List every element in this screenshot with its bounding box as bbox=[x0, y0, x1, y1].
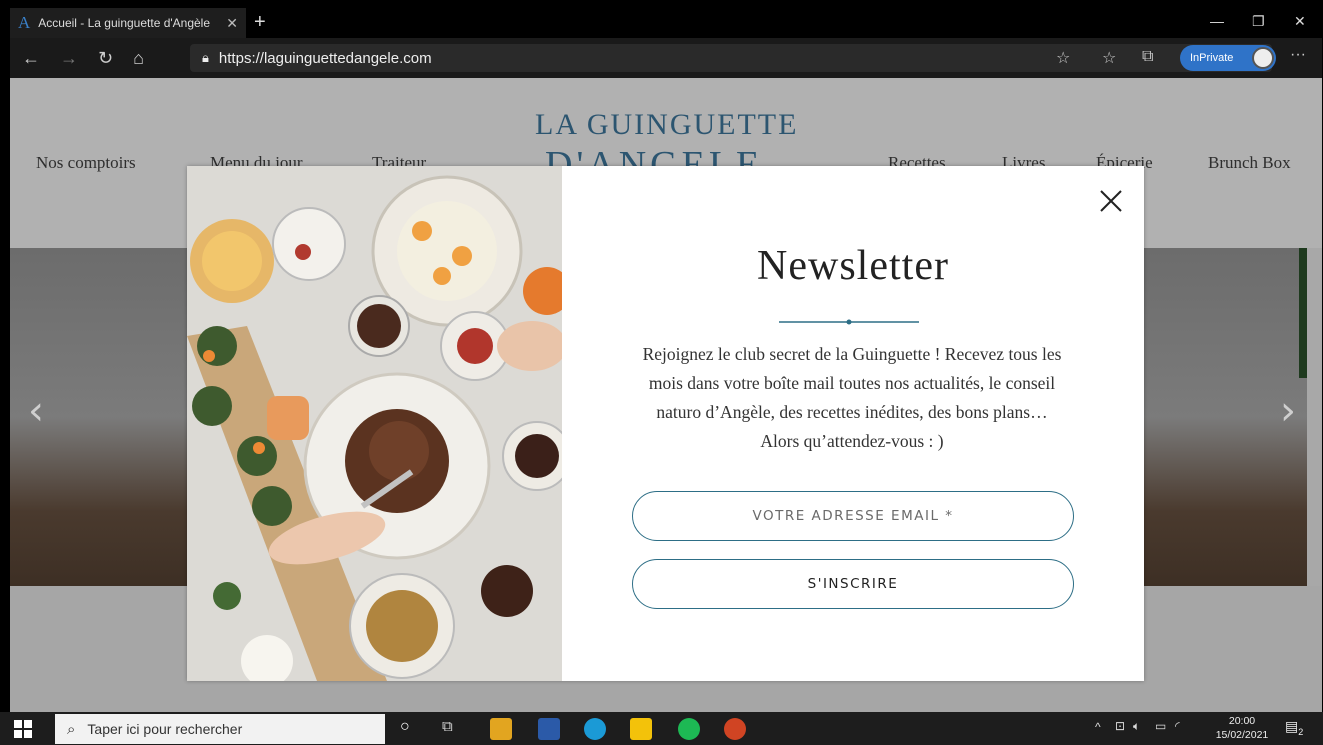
search-icon: ⌕ bbox=[67, 720, 76, 738]
add-favorite-icon[interactable]: ☆ bbox=[1056, 48, 1070, 68]
description-line: mois dans votre boîte mail toutes nos ac… bbox=[648, 373, 1056, 393]
tab-title: Accueil - La guinguette d'Angèle bbox=[38, 16, 211, 30]
inprivate-label: InPrivate bbox=[1190, 52, 1234, 64]
slider-next-icon[interactable]: › bbox=[1280, 388, 1296, 434]
cortana-icon[interactable]: ○ bbox=[400, 718, 410, 736]
forward-icon[interactable]: → bbox=[60, 48, 78, 69]
edge-icon[interactable] bbox=[584, 718, 606, 740]
description-line: naturo d’Angèle, des recettes inédites, … bbox=[656, 402, 1048, 422]
tab-bar: A Accueil - La guinguette d'Angèle ✕ + —… bbox=[10, 8, 1322, 38]
food-photo bbox=[187, 166, 562, 681]
collections-icon[interactable]: ⧉ bbox=[1142, 48, 1153, 66]
nav-item-brunch-box[interactable]: Brunch Box bbox=[1208, 153, 1291, 173]
description-line: Rejoignez le club secret de la Guinguett… bbox=[642, 344, 1062, 364]
tab-active[interactable]: A Accueil - La guinguette d'Angèle ✕ bbox=[10, 8, 246, 38]
notification-count: 2 bbox=[1298, 726, 1304, 737]
file-explorer-icon[interactable] bbox=[490, 718, 512, 740]
subscribe-button[interactable]: S'INSCRIRE bbox=[632, 559, 1074, 609]
site-logo[interactable]: LA GUINGUETTE bbox=[535, 108, 798, 142]
refresh-icon[interactable]: ↻ bbox=[98, 48, 113, 69]
site-logo-line2: D'ANGELE bbox=[545, 144, 764, 166]
clock-date: 15/02/2021 bbox=[1215, 729, 1269, 741]
home-icon[interactable]: ⌂ bbox=[133, 48, 144, 69]
web-page: Nos comptoirs Menu du jour Traiteur LA G… bbox=[10, 78, 1322, 712]
food-photo-illustration bbox=[187, 166, 562, 681]
divider-line bbox=[779, 319, 919, 325]
email-field[interactable] bbox=[632, 491, 1074, 541]
browser-window: A Accueil - La guinguette d'Angèle ✕ + —… bbox=[10, 8, 1322, 712]
taskbar: ⌕ Taper ici pour rechercher ○ ⧉ ^ ⊡ 🔈︎ ▭… bbox=[0, 712, 1323, 745]
maximize-icon[interactable]: ❐ bbox=[1252, 13, 1265, 30]
taskbar-search-placeholder: Taper ici pour rechercher bbox=[87, 721, 243, 737]
avatar bbox=[1252, 47, 1274, 69]
notification-icon[interactable]: ▤2 bbox=[1285, 718, 1303, 737]
url-text: https://laguinguettedangele.com bbox=[218, 49, 432, 67]
battery-icon[interactable]: ▭ bbox=[1155, 719, 1166, 733]
newsletter-title: Newsletter bbox=[757, 243, 949, 289]
tray-chevron-icon[interactable]: ^ bbox=[1095, 720, 1101, 734]
minimize-icon[interactable]: — bbox=[1210, 13, 1224, 29]
volume-icon[interactable]: 🔈︎ bbox=[1133, 719, 1140, 734]
more-icon[interactable]: ··· bbox=[1290, 46, 1306, 64]
sticky-notes-icon[interactable] bbox=[630, 718, 652, 740]
spotify-icon[interactable] bbox=[678, 718, 700, 740]
title-divider bbox=[779, 312, 919, 325]
close-x-glyph bbox=[1100, 190, 1122, 212]
newsletter-modal: Newsletter Rejoignez le club secret de l… bbox=[187, 166, 1144, 681]
newsletter-description: Rejoignez le club secret de la Guinguett… bbox=[592, 340, 1112, 456]
lock-icon: 🔒︎ bbox=[202, 50, 209, 65]
back-icon[interactable]: ← bbox=[22, 48, 40, 69]
inprivate-badge[interactable]: InPrivate bbox=[1180, 45, 1276, 71]
powerpoint-icon[interactable] bbox=[724, 718, 746, 740]
hero-image-edge bbox=[1299, 248, 1307, 378]
close-icon[interactable] bbox=[1096, 186, 1126, 216]
site-favicon-icon: A bbox=[18, 13, 31, 32]
slider-prev-icon[interactable]: ‹ bbox=[28, 388, 44, 434]
description-line: Alors qu’attendez-vous : ) bbox=[760, 431, 944, 451]
nav-item-comptoirs[interactable]: Nos comptoirs bbox=[36, 153, 136, 173]
taskbar-search[interactable]: ⌕ Taper ici pour rechercher bbox=[55, 714, 385, 744]
word-icon[interactable] bbox=[538, 718, 560, 740]
newsletter-panel: Newsletter Rejoignez le club secret de l… bbox=[562, 166, 1144, 681]
toolbar: ← → ↻ ⌂ 🔒︎ https://laguinguettedangele.c… bbox=[10, 38, 1322, 78]
network-icon[interactable]: ⊡ bbox=[1115, 719, 1125, 733]
window-close-icon[interactable]: ✕ bbox=[1294, 13, 1306, 30]
task-view-icon[interactable]: ⧉ bbox=[442, 718, 453, 735]
windows-start-icon[interactable] bbox=[14, 720, 32, 738]
new-tab-icon[interactable]: + bbox=[254, 11, 266, 34]
clock-time: 20:00 bbox=[1228, 715, 1256, 727]
tab-close-icon[interactable]: ✕ bbox=[226, 15, 238, 32]
favorites-icon[interactable]: ☆ bbox=[1102, 48, 1116, 68]
clock[interactable]: 20:00 15/02/2021 bbox=[1212, 714, 1272, 742]
wifi-icon[interactable]: ◜ bbox=[1175, 719, 1180, 733]
